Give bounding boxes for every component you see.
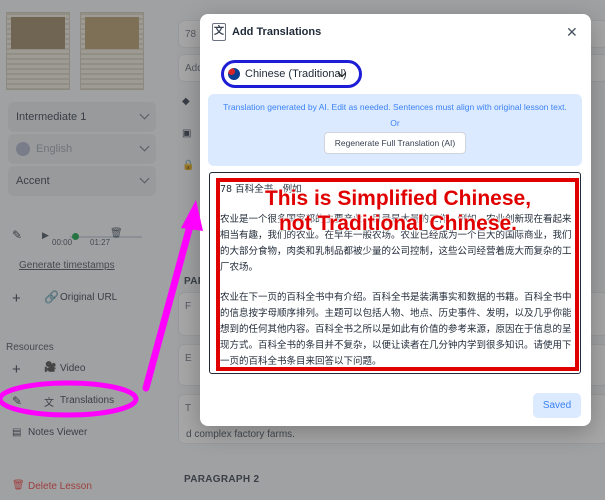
- regenerate-translation-button[interactable]: Regenerate Full Translation (AI): [324, 132, 466, 154]
- annotation-callout-line2: not Traditional Chinese.: [278, 212, 518, 235]
- modal-header: 文 Add Translations ✕: [200, 14, 591, 54]
- translation-language-value: Chinese (Traditional): [245, 68, 347, 80]
- ai-notice-or: Or: [390, 118, 400, 128]
- taiwan-flag-icon: [228, 68, 240, 80]
- saved-button[interactable]: Saved: [533, 393, 581, 418]
- close-icon[interactable]: ✕: [566, 24, 578, 41]
- ai-notice-panel: Translation generated by AI. Edit as nee…: [208, 94, 582, 166]
- annotation-callout: This is Simplified Chinese, not Traditio…: [220, 186, 576, 236]
- translation-language-select[interactable]: Chinese (Traditional): [221, 60, 362, 88]
- ai-notice-text: Translation generated by AI. Edit as nee…: [223, 102, 567, 112]
- modal-title: Add Translations: [232, 26, 322, 38]
- translate-icon: 文: [212, 23, 226, 41]
- add-translations-modal: 文 Add Translations ✕ Chinese (Traditiona…: [200, 14, 591, 426]
- annotation-callout-line1: This is Simplified Chinese,: [264, 187, 532, 210]
